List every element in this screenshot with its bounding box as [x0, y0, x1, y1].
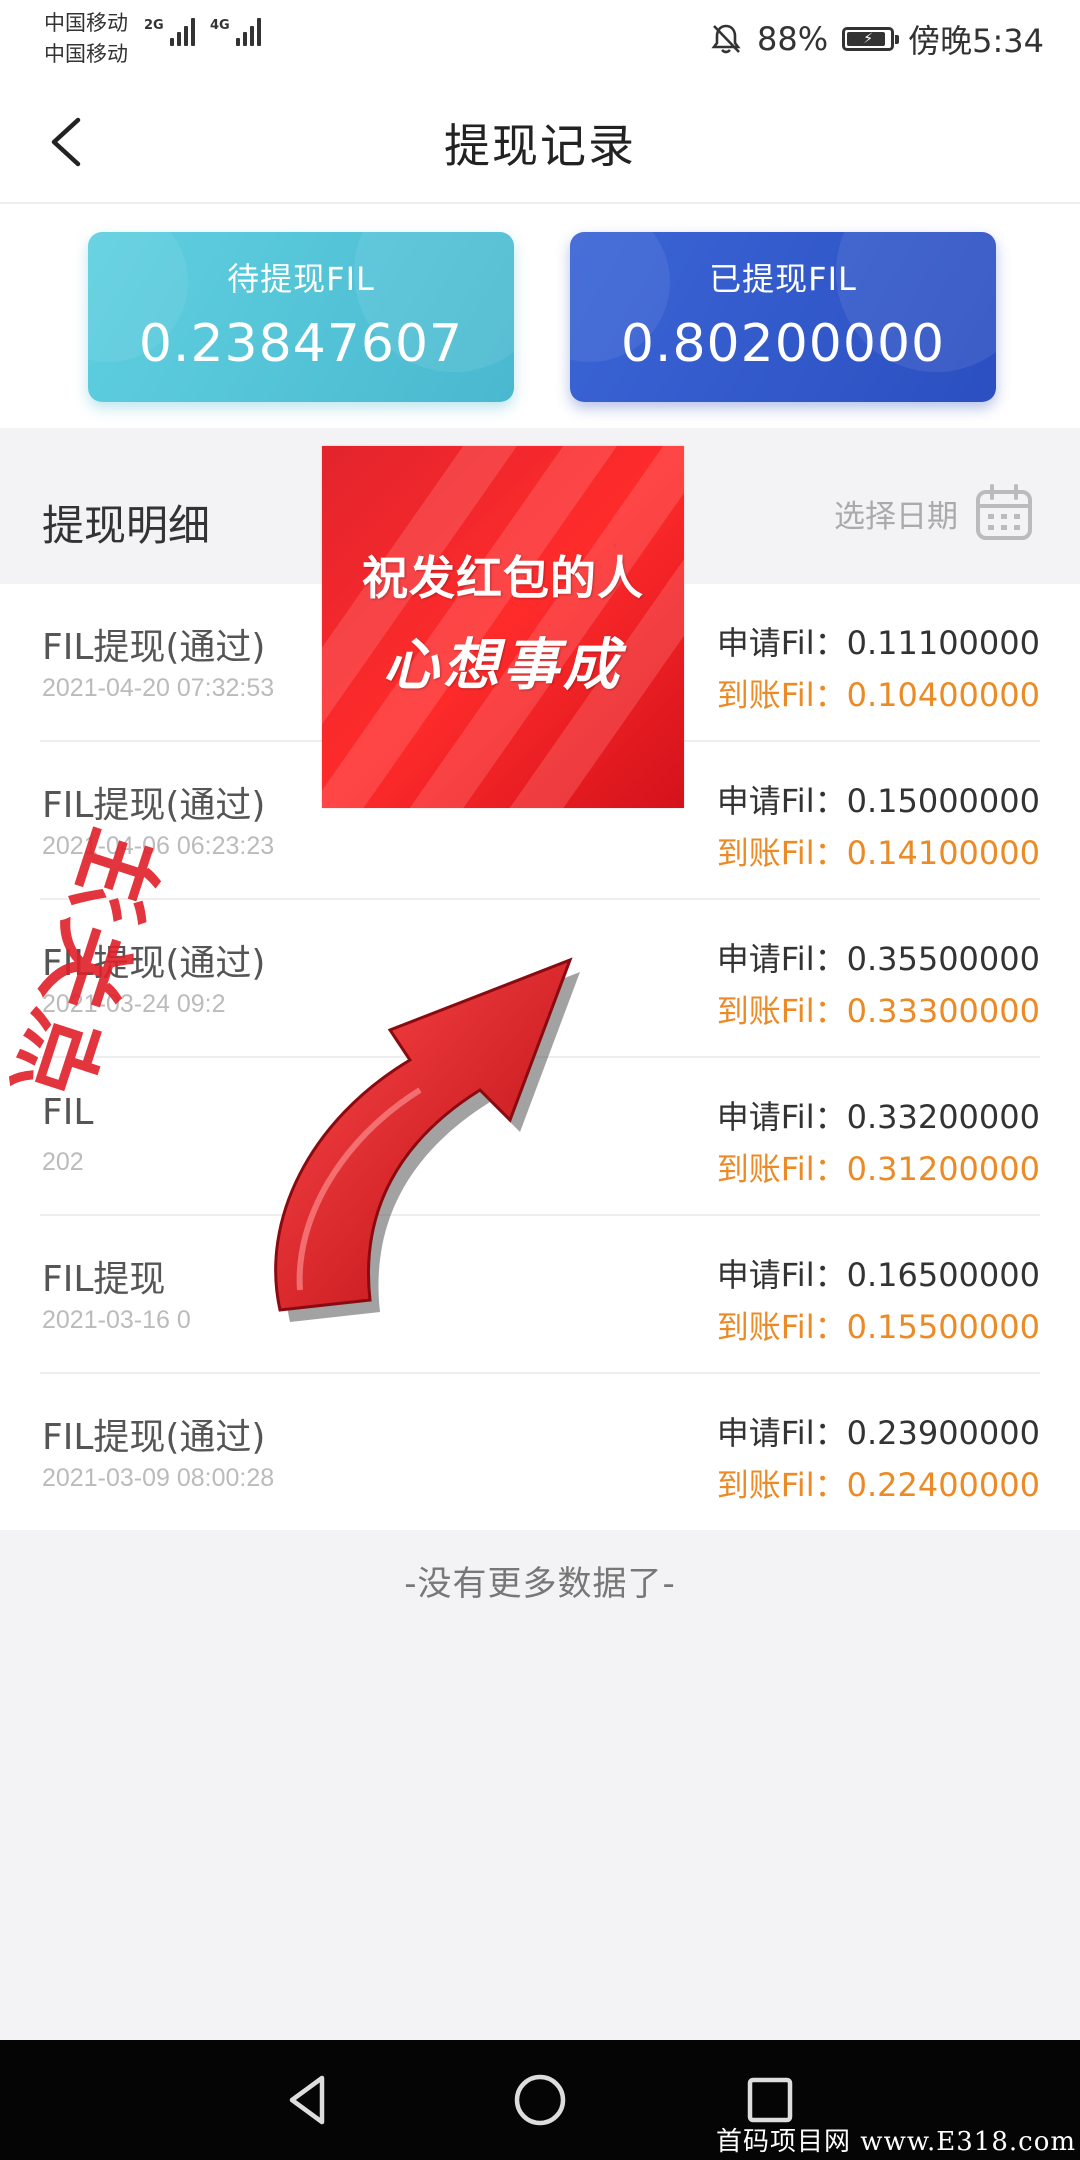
network-type-1: 2G — [144, 18, 164, 33]
circle-home-icon — [514, 2074, 566, 2126]
record-apply-amount: 申请Fil：0.11100000 — [716, 624, 1040, 662]
page-header: 提现记录 — [0, 80, 1080, 204]
record-apply-amount: 申请Fil：0.16500000 — [716, 1256, 1040, 1294]
calendar-icon — [976, 484, 1032, 540]
mute-bell-icon — [711, 24, 741, 54]
record-apply-amount: 申请Fil：0.15000000 — [716, 782, 1040, 820]
withdrawn-value: 0.80200000 — [620, 314, 946, 374]
record-title: FIL提现(通过) — [42, 627, 266, 668]
network-type-2: 4G — [210, 18, 230, 33]
record-time: 2021-04-20 07:32:53 — [42, 674, 275, 702]
system-nav-bar: 首码项目网 www.E318.com — [0, 2040, 1080, 2160]
signal-icon: 2G — [144, 18, 195, 46]
promo-banner: 祝发红包的人 心想事成 — [322, 446, 684, 808]
system-back-button[interactable] — [276, 2068, 340, 2132]
date-picker-button[interactable]: 选择日期 — [834, 484, 1034, 542]
triangle-back-icon — [289, 2075, 325, 2125]
battery-percent: 88% — [757, 20, 829, 58]
clock: 傍晚5:34 — [908, 22, 1044, 60]
carrier-2: 中国移动 — [44, 42, 128, 66]
curved-arrow-icon — [274, 957, 580, 1322]
record-arrive-amount: 到账Fil：0.15500000 — [716, 1308, 1040, 1346]
screen: 中国移动 中国移动 2G 4G 88% ⚡ 傍晚5:34 提现记录 待提现FIL… — [0, 0, 1080, 2160]
page-title: 提现记录 — [444, 119, 636, 173]
status-bar: 中国移动 中国移动 2G 4G 88% ⚡ 傍晚5:34 — [0, 0, 1080, 80]
carrier-labels: 中国移动 中国移动 — [44, 8, 128, 70]
record-arrive-amount: 到账Fil：0.14100000 — [716, 834, 1040, 872]
site-watermark: 首码项目网 www.E318.com — [716, 2127, 1076, 2157]
record-apply-amount: 申请Fil：0.33200000 — [716, 1098, 1040, 1136]
pending-value: 0.23847607 — [138, 314, 464, 374]
system-home-button[interactable] — [508, 2068, 572, 2132]
record-arrive-amount: 到账Fil：0.10400000 — [716, 676, 1040, 714]
withdrawn-label: 已提现FIL — [709, 260, 857, 298]
withdrawn-card: 已提现FIL 0.80200000 — [570, 232, 996, 402]
record-arrive-amount: 到账Fil：0.31200000 — [716, 1150, 1040, 1188]
record-time: 202 — [42, 1148, 84, 1176]
record-apply-amount: 申请Fil：0.23900000 — [716, 1414, 1040, 1452]
date-picker-label: 选择日期 — [834, 498, 958, 535]
record-title: FIL提现(通过) — [42, 1417, 266, 1458]
pending-withdraw-card: 待提现FIL 0.23847607 — [88, 232, 514, 402]
summary-panel: 待提现FIL 0.23847607 已提现FIL 0.80200000 — [0, 204, 1080, 428]
promo-line-2: 心想事成 — [383, 633, 623, 698]
no-more-data-text: -没有更多数据了- — [404, 1564, 676, 1604]
pending-label: 待提现FIL — [227, 260, 375, 298]
promo-line-1: 祝发红包的人 — [362, 551, 644, 605]
record-apply-amount: 申请Fil：0.35500000 — [716, 940, 1040, 978]
signal-icon: 4G — [210, 18, 261, 46]
battery-charging-icon: ⚡ — [842, 27, 900, 51]
record-arrive-amount: 到账Fil：0.22400000 — [716, 1466, 1040, 1504]
record-time: 2021-03-09 08:00:28 — [42, 1464, 275, 1492]
carrier-1: 中国移动 — [44, 11, 128, 35]
section-title: 提现明细 — [42, 501, 211, 550]
record-arrive-amount: 到账Fil：0.33300000 — [716, 992, 1040, 1030]
status-right: 88% ⚡ 傍晚5:34 — [709, 16, 1044, 62]
